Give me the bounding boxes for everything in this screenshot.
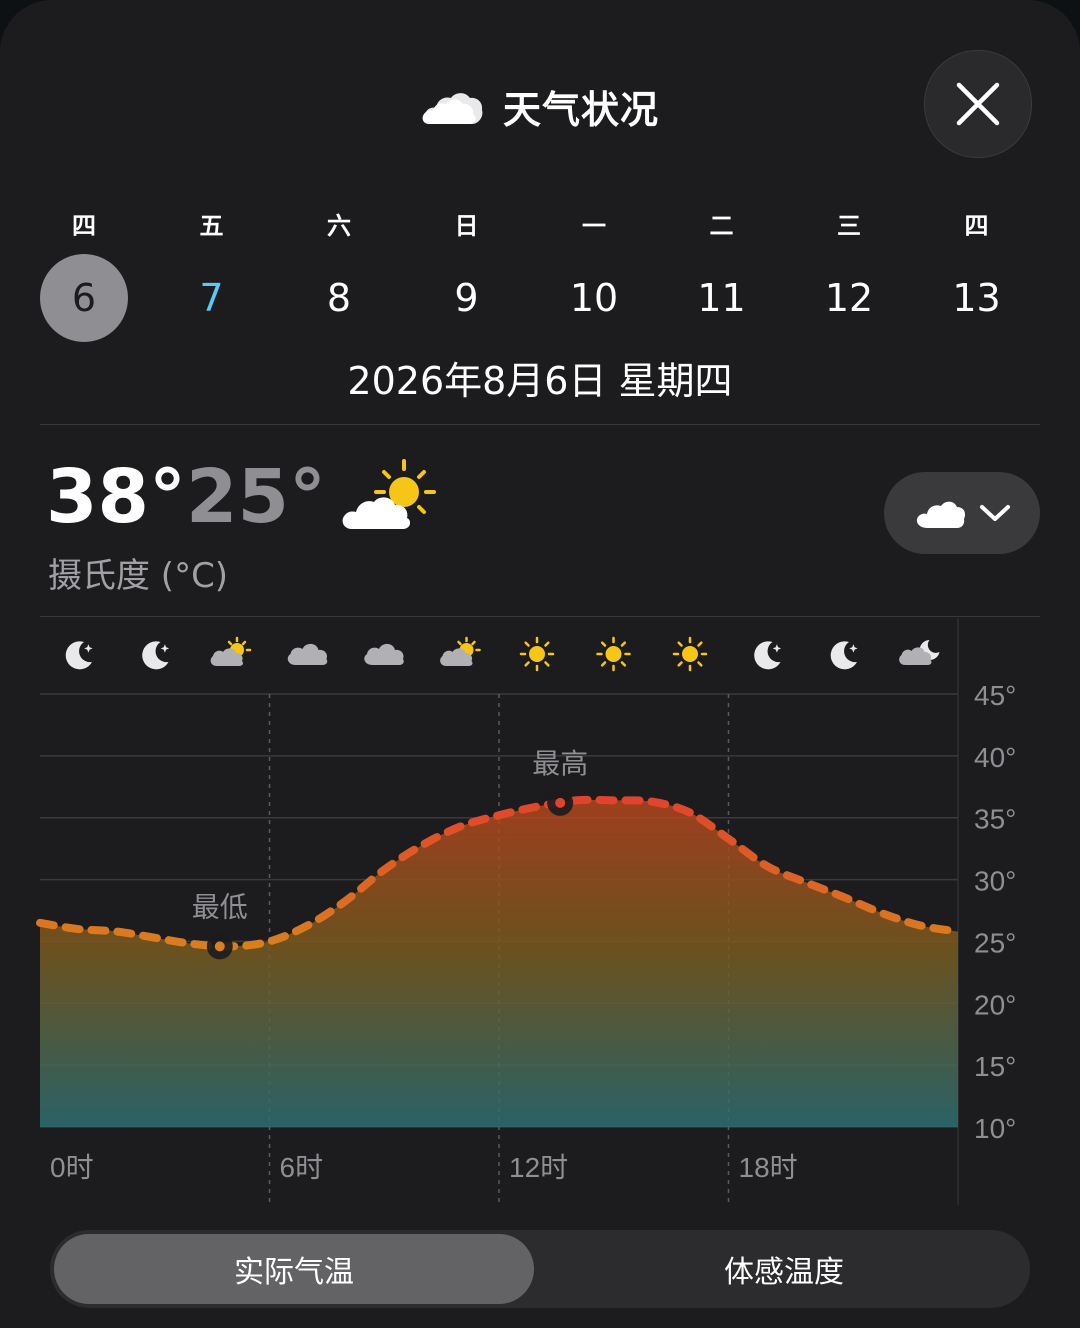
chart-svg: 45° 40° 35° 30° 25° 20° 15° 10° 0时 6时 12时 18时 最低 最高 <box>36 618 1016 1205</box>
day-number: 7 <box>199 276 224 320</box>
tab-actual-temperature[interactable]: 实际气温 <box>54 1234 534 1304</box>
unit-label: 摄氏度 (°C) <box>48 556 229 596</box>
clouds-icon <box>916 501 965 528</box>
y-tick-label: 25° <box>974 927 1016 958</box>
sheet-header: 天气状况 <box>0 78 1080 134</box>
weather-sheet: 天气状况 四 6 五 7 六 8 日 9 一 10 二 11 三 12 四 13 2026年8月6日 星期四 … <box>0 0 1080 1328</box>
day-of-week: 四 <box>72 212 96 240</box>
sun-icon <box>596 636 631 672</box>
day-2[interactable]: 六8 <box>275 200 403 350</box>
divider <box>40 424 1040 425</box>
close-button[interactable] <box>924 50 1032 158</box>
cloud-icon <box>422 93 483 124</box>
sheet-title: 天气状况 <box>502 87 659 132</box>
day-of-week: 二 <box>709 212 734 240</box>
day-number: 9 <box>454 276 479 320</box>
sun-icon <box>519 636 555 672</box>
moon-star-icon <box>65 641 93 670</box>
partly-sunny-icon <box>210 636 252 666</box>
day-number: 6 <box>40 254 128 342</box>
day-1[interactable]: 五7 <box>148 200 276 350</box>
partly-sunny-icon <box>342 459 436 529</box>
day-of-week: 四 <box>964 212 989 240</box>
temperature-summary: 38° 25° <box>46 452 440 542</box>
day-number: 13 <box>952 276 1001 320</box>
day-number: 12 <box>824 276 874 320</box>
y-tick-label: 40° <box>974 742 1016 773</box>
chevron-down-icon <box>980 505 1010 521</box>
day-of-week: 三 <box>837 212 861 240</box>
day-4[interactable]: 一 10 <box>530 200 658 350</box>
extreme-label: 最高 <box>532 748 588 779</box>
day-5[interactable]: 二 11 <box>658 200 786 350</box>
y-tick-label: 30° <box>974 866 1016 897</box>
temperature-area <box>40 799 958 1127</box>
day-picker: 四 6 五 7 六 8 日 9 一 10 二 11 三 12 四 13 <box>20 200 1040 350</box>
x-tick-label: 6时 <box>280 1152 324 1183</box>
day-number: 8 <box>326 276 352 320</box>
x-tick-label: 0时 <box>50 1152 94 1183</box>
x-tick-label: 12时 <box>509 1152 568 1183</box>
y-tick-label: 10° <box>974 1113 1016 1144</box>
sun-icon <box>672 636 708 672</box>
day-of-week: 六 <box>327 212 351 240</box>
day-of-week: 五 <box>199 212 224 240</box>
y-tick-label: 20° <box>974 989 1016 1020</box>
metric-toggle: 实际气温 体感温度 <box>50 1230 1030 1308</box>
cloud-icon <box>364 643 404 665</box>
day-of-week: 一 <box>582 212 606 240</box>
cloud-moon-icon <box>899 640 940 665</box>
day-of-week: 日 <box>454 212 479 240</box>
tab-feels-like[interactable]: 体感温度 <box>542 1234 1026 1304</box>
day-7[interactable]: 四 13 <box>913 200 1041 350</box>
moon-star-icon <box>830 641 858 670</box>
extreme-dot <box>214 941 225 952</box>
day-6[interactable]: 三 12 <box>785 200 913 350</box>
moon-star-icon <box>142 641 170 670</box>
low-temperature: 25° <box>185 454 326 540</box>
extreme-label: 最低 <box>192 891 248 922</box>
close-icon <box>956 82 1000 126</box>
extreme-dot <box>555 797 566 808</box>
temperature-chart: 45° 40° 35° 30° 25° 20° 15° 10° 0时 6时 12时 18时 最低 最高 <box>0 616 1080 1206</box>
y-tick-label: 15° <box>974 1051 1016 1082</box>
selected-date: 2026年8月6日 星期四 <box>347 359 733 403</box>
day-number: 11 <box>697 276 746 320</box>
cloud-icon <box>287 643 328 665</box>
y-tick-label: 35° <box>974 804 1016 835</box>
y-tick-label: 45° <box>974 680 1016 711</box>
moon-star-icon <box>754 641 782 670</box>
day-number: 10 <box>569 276 619 320</box>
partly-sunny-icon <box>440 636 481 666</box>
day-0[interactable]: 四6 <box>20 200 148 350</box>
high-temperature: 38° <box>46 454 186 540</box>
x-tick-label: 18时 <box>739 1152 798 1183</box>
condition-selector[interactable] <box>884 472 1040 554</box>
day-3[interactable]: 日9 <box>403 200 531 350</box>
